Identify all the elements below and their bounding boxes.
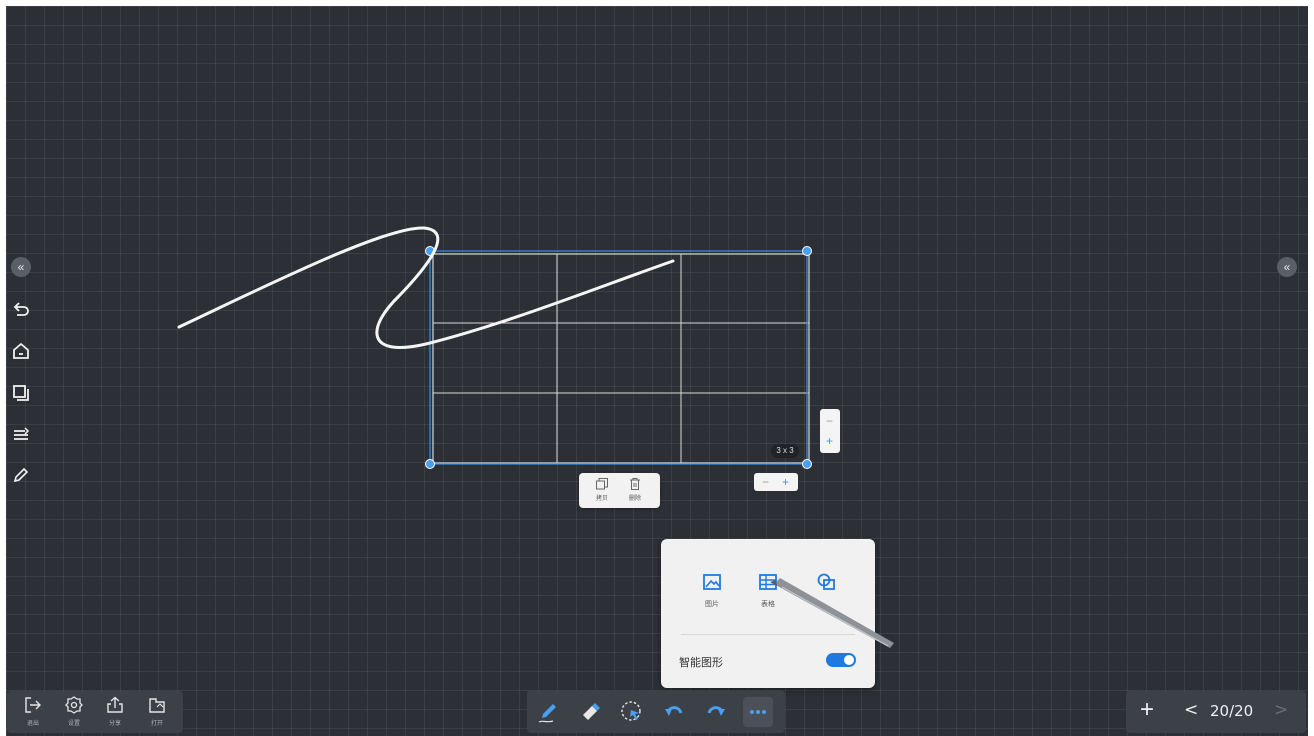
share-button[interactable]: 分享 [98, 695, 132, 727]
exit-button[interactable]: 退出 [16, 695, 50, 727]
exit-label: 退出 [26, 721, 39, 727]
share-icon [107, 696, 123, 713]
more-tools-button[interactable] [743, 697, 773, 727]
drawing-toolbar [527, 690, 785, 733]
exit-icon [25, 697, 41, 713]
open-folder-icon [149, 698, 165, 713]
next-page-button[interactable]: > [1274, 700, 1288, 720]
pen-icon [538, 704, 556, 723]
pen-tool-button[interactable] [533, 697, 563, 727]
open-label: 打开 [150, 721, 163, 727]
settings-label: 设置 [67, 721, 80, 727]
lasso-select-button[interactable] [617, 697, 647, 727]
settings-icon [65, 696, 83, 714]
whiteboard-canvas[interactable]: « « 3 x 3 − + − + 拷贝 删除 图片 表格 智能图形 退出 设置… [6, 6, 1308, 736]
share-label: 分享 [108, 721, 121, 727]
stylus-pen-image [770, 578, 894, 648]
undo-button[interactable] [659, 697, 689, 727]
undo-icon [665, 706, 683, 716]
add-page-button[interactable]: + [1140, 697, 1154, 723]
more-icon [750, 710, 766, 714]
bottom-left-toolbar: 退出 设置 分享 打开 [7, 691, 183, 733]
settings-button[interactable]: 设置 [57, 695, 91, 727]
page-navigation-bar: + < 20/20 > [1126, 691, 1306, 733]
redo-icon [707, 706, 725, 716]
page-indicator: 20/20 [1210, 702, 1254, 720]
previous-page-button[interactable]: < [1184, 700, 1198, 720]
redo-button[interactable] [701, 697, 731, 727]
lasso-select-icon [621, 701, 641, 721]
eraser-tool-button[interactable] [575, 697, 605, 727]
eraser-icon [583, 703, 600, 720]
open-button[interactable]: 打开 [140, 695, 174, 727]
